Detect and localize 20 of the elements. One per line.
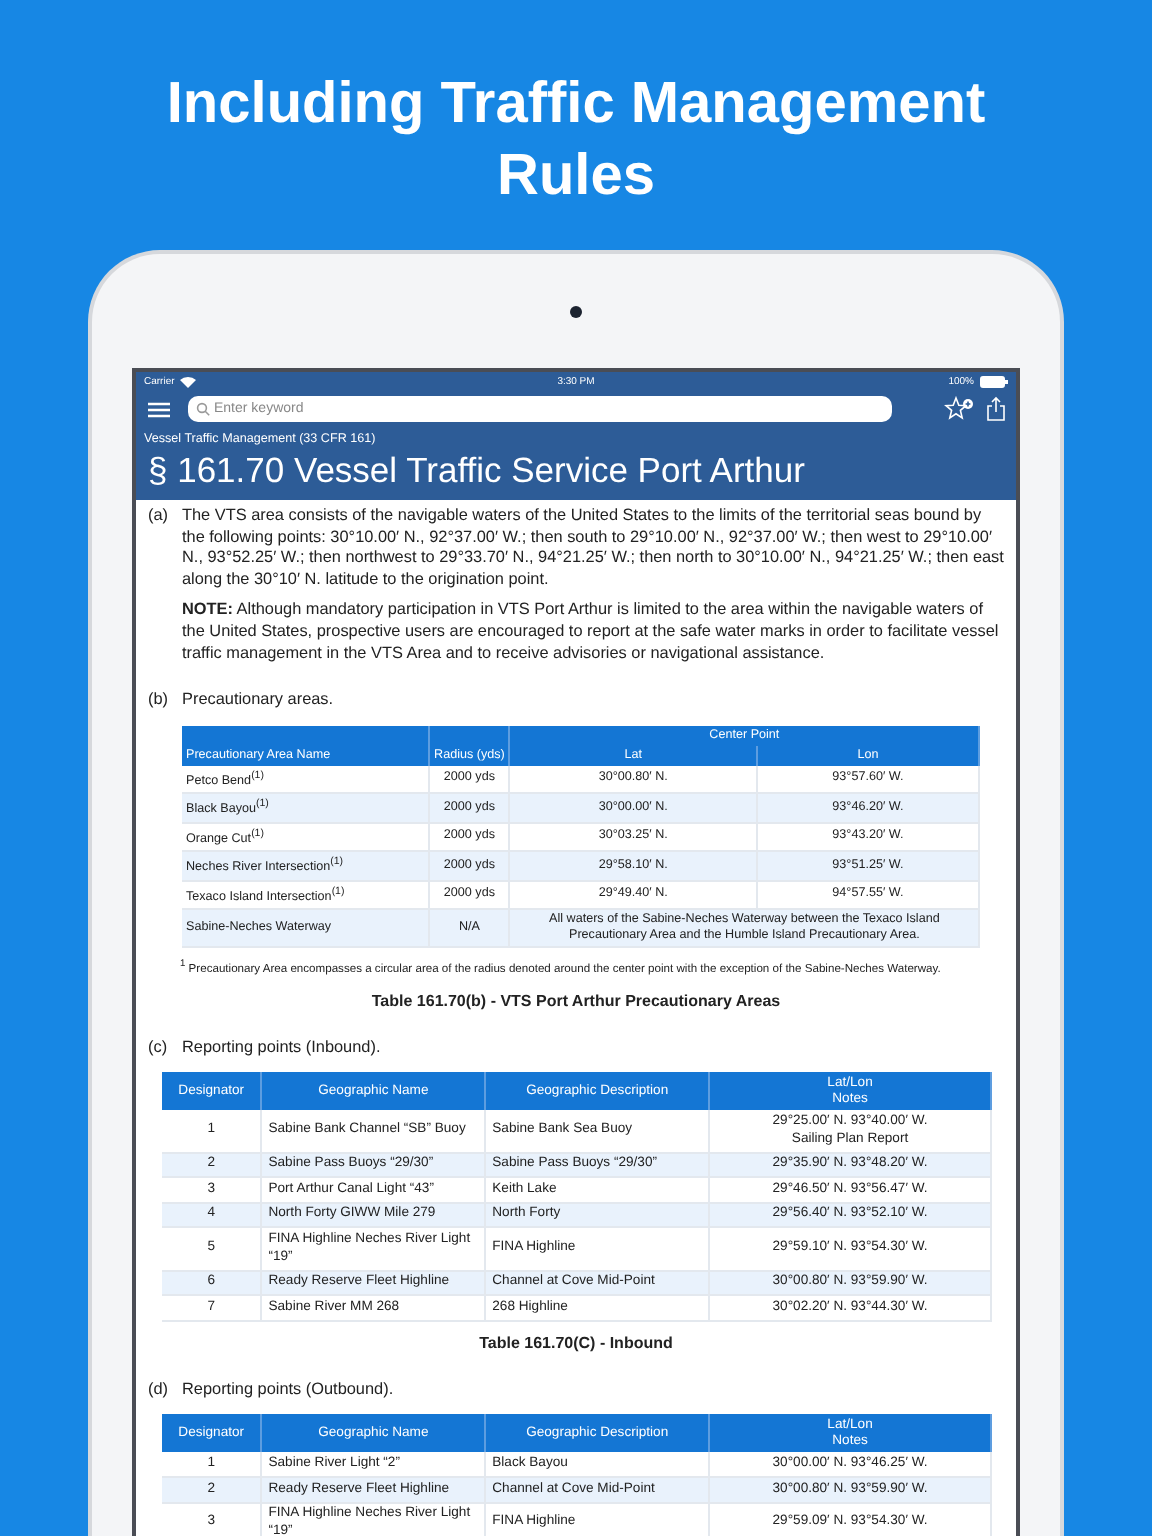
item-marker: (b)	[148, 690, 171, 713]
table-caption: Table 161.70(C) - Inbound	[477, 1333, 675, 1352]
paragraph: Precautionary areas.	[182, 690, 336, 712]
camera-dot	[570, 306, 582, 318]
search-icon	[196, 402, 210, 416]
wifi-icon	[180, 375, 197, 387]
paragraph: Reporting points (Outbound).	[182, 1379, 396, 1401]
paragraph: The VTS area consists of the navigable waters of the United States to the limits of the territorial seas bound by the following points: 30°10.00′ N., 92°37.00′ W.; then south to 29°10.00′ N., 92°37.00′ W.; then west to 29°10.00′ N., 93°52.25′ W.; then northwest to 29°33.70′ N., 94°21.25′ W.; then north to 30°10.00′ N., 94°21.25′ W.; then east along the 30°10′ N. latitude to the origination point.	[182, 506, 1004, 591]
paragraph: Reporting points (Inbound).	[182, 1037, 383, 1059]
share-icon[interactable]	[986, 396, 1006, 422]
item-marker: (c)	[148, 1037, 170, 1060]
item-marker: (a)	[148, 506, 171, 528]
star-plus-icon[interactable]	[944, 396, 974, 422]
table-caption: Table 161.70(b) - VTS Port Arthur Precautionary Areas	[369, 991, 783, 1010]
note-paragraph: NOTE: Although mandatory participation in VTS Port Arthur is limited to the area within the navigable waters of the United States, prospective users are encouraged to report at the safe water marks in order to facilitate vessel traffic management in the VTS Area and to receive advisories or navigational assistance.	[182, 600, 1001, 665]
battery-icon	[980, 375, 1008, 387]
headline: Including Traffic Management Rules	[164, 70, 988, 212]
section-title: § 161.70 Vessel Traffic Service Port Arthur	[146, 448, 807, 494]
item-marker: (d)	[148, 1379, 171, 1402]
menu-icon[interactable]	[148, 401, 170, 417]
